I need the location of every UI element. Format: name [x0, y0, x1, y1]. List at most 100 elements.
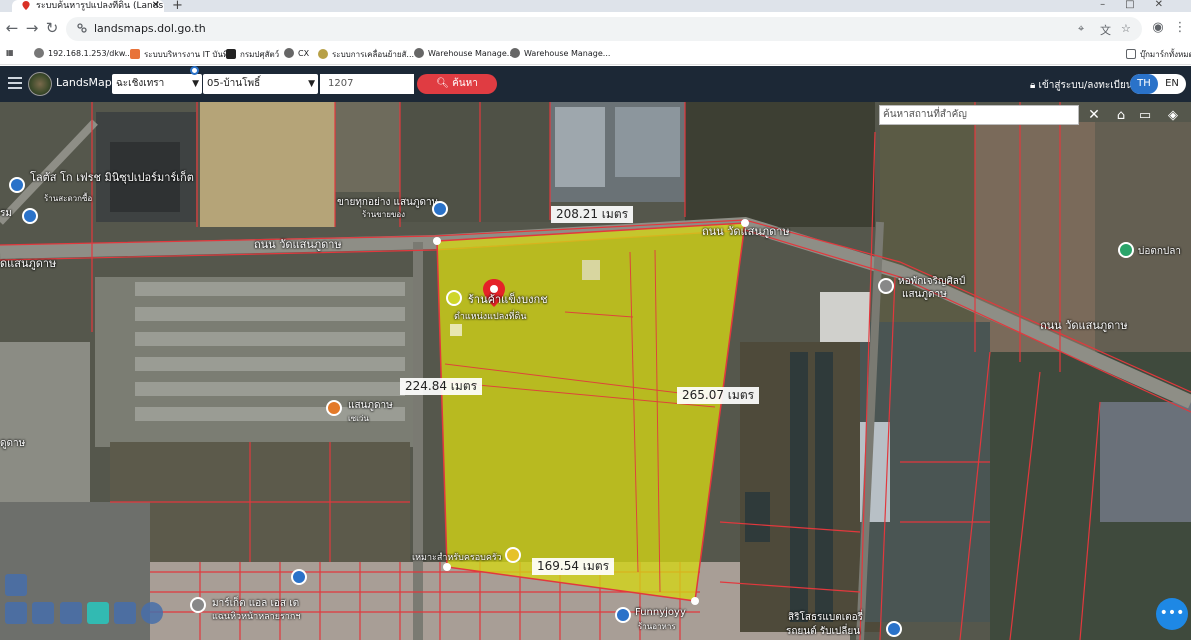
parcel-place-label: ร้านค้าแข็งบงกช: [468, 293, 548, 306]
chevron-down-icon: ▼: [308, 79, 315, 89]
parcel-place-sublabel: ตำแหน่งแปลงที่ดิน: [454, 312, 527, 322]
draw-line-tool-icon[interactable]: [5, 602, 27, 624]
place-sublabel: แฉนหิวหน้าหลายรากฯ: [212, 612, 301, 622]
parcel-number-input[interactable]: 1207: [320, 74, 414, 94]
login-link[interactable]: 🔒︎ เข้าสู่ระบบ/ลงทะเบียน: [1030, 78, 1133, 93]
dol-logo: [28, 72, 52, 96]
bookmark-star-icon[interactable]: ☆: [1121, 22, 1131, 35]
browser-tab[interactable]: ระบบค้นหารูปแปลงที่ดิน (LandsMa ✕: [12, 0, 164, 12]
menu-icon[interactable]: [8, 77, 22, 89]
place-sublabel: แสนภูดาษ: [902, 289, 947, 300]
road-label: ถนน วัดแสนภูดาษ: [702, 225, 790, 238]
profile-icon[interactable]: ◉: [1148, 18, 1168, 38]
place-sublabel: ร้านขายของ: [362, 210, 406, 219]
road-label: ถนน วัดแสนภูดาษ: [1040, 319, 1128, 332]
draw-polyline-tool-icon[interactable]: [60, 602, 82, 624]
brand-name: LandsMaps: [56, 76, 118, 89]
food-poi-icon[interactable]: [326, 400, 342, 416]
dorm-poi-icon[interactable]: [878, 278, 894, 294]
bookmark-item[interactable]: 192.168.1.253/dkw...: [34, 48, 132, 58]
lang-en-button[interactable]: EN: [1158, 74, 1186, 94]
distance-bottom-label: 169.54 เมตร: [532, 558, 615, 575]
chevron-down-icon: ▼: [192, 79, 199, 89]
place-sublabel: เซเว่น: [348, 414, 369, 423]
tab-close-icon[interactable]: ✕: [152, 0, 160, 12]
bookmarks-folder[interactable]: บุ๊กมาร์กทั้งหมด: [1126, 48, 1191, 61]
landmark-search-input[interactable]: ค้นหาสถานที่สำคัญ: [879, 105, 1079, 125]
bookmarks-bar: ▦ 192.168.1.253/dkw... ระบบบริหารงาน IT …: [0, 44, 1191, 65]
tab-title: ระบบค้นหารูปแปลงที่ดิน (LandsMa: [36, 1, 164, 11]
app-header: LandsMaps ฉะเชิงเทรา ▼ 05-บ้านโพธิ์ ▼ 1207…: [0, 66, 1191, 102]
forward-icon[interactable]: →: [22, 18, 42, 38]
globe-icon: [510, 48, 520, 58]
map-pin-favicon-icon: [22, 1, 30, 10]
window-controls[interactable]: –□✕: [1100, 0, 1183, 10]
chat-more-icon[interactable]: •••: [1156, 598, 1188, 630]
district-select[interactable]: 05-บ้านโพธิ์ ▼: [203, 74, 318, 94]
bookmark-item[interactable]: ระบบการเคลื่อนย้ายสั...: [318, 48, 414, 61]
back-icon[interactable]: ←: [2, 18, 22, 38]
place-label: บ่อตกปลา: [1138, 246, 1181, 257]
shop-poi-icon[interactable]: [886, 621, 902, 637]
layers-icon[interactable]: ◈: [1162, 105, 1184, 127]
place-label: โลตัส โก เฟรช มินิซุปเปอร์มาร์เก็ต: [30, 171, 194, 184]
folder-icon: [1126, 49, 1136, 59]
place-label: เหมาะสำหรับครอบครัว: [412, 553, 502, 563]
road-label: ถนน วัดแสนภูดาษ: [254, 238, 342, 251]
browser-tabstrip: ระบบค้นหารูปแปลงที่ดิน (LandsMa ✕ + –□✕: [0, 0, 1191, 13]
place-label: Funnyjoyy: [635, 607, 686, 618]
draw-polygon-tool-icon[interactable]: [87, 602, 109, 624]
bookmark-favicon-icon: [130, 49, 140, 59]
satellite-map[interactable]: 208.21 เมตร 224.84 เมตร 265.07 เมตร 169.…: [0, 102, 1191, 640]
close-icon[interactable]: ✕: [1085, 105, 1103, 125]
park-poi-icon[interactable]: [1118, 242, 1134, 258]
place-label: รม: [0, 208, 12, 219]
place-label: ดูดาษ: [0, 438, 26, 449]
address-bar[interactable]: landsmaps.dol.go.th ⌖ 文 ☆: [66, 17, 1142, 41]
shop-poi-icon[interactable]: [9, 177, 25, 193]
lock-icon: 🔒︎: [1030, 80, 1036, 91]
globe-icon: [284, 48, 294, 58]
bookmark-item[interactable]: CX: [284, 48, 309, 58]
shop-poi-icon[interactable]: [446, 290, 462, 306]
lang-th-button[interactable]: TH: [1130, 74, 1158, 94]
translate-icon[interactable]: 文: [1100, 22, 1111, 38]
food-poi-icon[interactable]: [505, 547, 521, 563]
measure-ruler-icon[interactable]: ▭: [1134, 105, 1156, 127]
browser-menu-icon[interactable]: ⋮: [1170, 18, 1190, 38]
draw-marker-tool-icon[interactable]: [32, 602, 54, 624]
place-sublabel: ร้านอาหาร: [638, 622, 676, 631]
shop-poi-icon[interactable]: [432, 201, 448, 217]
browser-toolbar: ← → ↻ landsmaps.dol.go.th ⌖ 文 ☆ ◉ ⋮: [0, 12, 1191, 44]
distance-right-label: 265.07 เมตร: [677, 387, 760, 404]
draw-layer-tool-icon[interactable]: [5, 574, 27, 596]
distance-top-label: 208.21 เมตร: [551, 206, 634, 223]
bookmark-item[interactable]: กรมปศุสัตว์: [226, 48, 279, 61]
language-toggle[interactable]: TH EN: [1130, 74, 1186, 94]
home-icon[interactable]: ⌂: [1110, 105, 1132, 127]
drag-handle[interactable]: [190, 66, 199, 75]
province-select[interactable]: ฉะเชิงเทรา ▼: [112, 74, 202, 94]
bookmark-item[interactable]: Warehouse Manage...: [414, 48, 514, 58]
bookmark-favicon-icon: [318, 49, 328, 59]
bookmark-item[interactable]: Warehouse Manage...: [510, 48, 610, 58]
place-sublabel: รถยนต์ รับเปลี่ยน: [786, 626, 861, 637]
url-text: landsmaps.dol.go.th: [94, 22, 206, 35]
shop-poi-icon[interactable]: [615, 607, 631, 623]
bookmark-favicon-icon: [226, 49, 236, 59]
draw-circle-tool-icon[interactable]: [141, 602, 163, 624]
shop-poi-icon[interactable]: [22, 208, 38, 224]
apps-icon[interactable]: ▦: [6, 48, 14, 57]
place-label: แสนภูดาษ: [348, 400, 393, 411]
search-button[interactable]: 🔍︎ ค้นหา: [417, 74, 497, 94]
place-poi-icon[interactable]: [190, 597, 206, 613]
bookmark-item[interactable]: ระบบบริหารงาน IT บันทึ...: [130, 48, 236, 61]
draw-rectangle-tool-icon[interactable]: [114, 602, 136, 624]
globe-icon: [414, 48, 424, 58]
site-info-icon[interactable]: [76, 22, 88, 34]
location-icon[interactable]: ⌖: [1078, 22, 1084, 36]
distance-left-label: 224.84 เมตร: [400, 378, 483, 395]
place-sublabel: ร้านสะดวกซื้อ: [44, 194, 93, 203]
reload-icon[interactable]: ↻: [42, 18, 62, 38]
shop-poi-icon[interactable]: [291, 569, 307, 585]
